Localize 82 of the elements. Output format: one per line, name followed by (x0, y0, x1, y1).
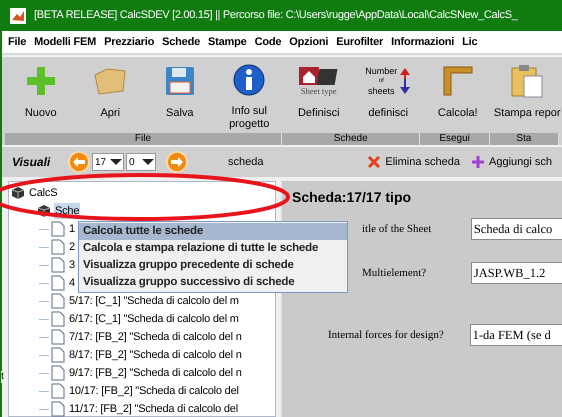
cube-icon (11, 186, 25, 200)
toolbar-button[interactable]: Apri (76, 57, 145, 131)
group-label: Schede (282, 133, 420, 145)
group-label: File (5, 133, 282, 145)
tree-item[interactable]: 2 (68, 238, 76, 256)
tree-item[interactable]: 8/17: [FB_2] "Scheda di calcolo del n (68, 346, 243, 364)
plus-icon (26, 66, 56, 96)
field-label: itle of the Sheet (361, 222, 432, 237)
toolbar-button[interactable]: Nuovo (6, 57, 76, 131)
left-arrow-icon (73, 157, 85, 167)
toolbar-button[interactable]: Sheet type Definisci (284, 57, 354, 131)
menu-item[interactable]: File (8, 34, 26, 50)
icon-caption: sheets (368, 86, 394, 96)
spinner-field[interactable]: 17 (92, 153, 124, 171)
dropdown-caret-icon (109, 158, 123, 166)
window-title: [BETA RELEASE] CalcSDEV [2.00.15] || Percorso file: C:\Users\rugge\AppData\Local\CalcSNew_CalcS_ (34, 8, 518, 24)
spinner-field[interactable]: 0 (126, 153, 156, 171)
menu-item[interactable]: Eurofilter (336, 34, 384, 50)
menu-item[interactable]: Code (254, 34, 282, 50)
tree-item[interactable]: 7/17: [FB_2] "Scheda di calcolo del n (68, 328, 243, 346)
cube-icon (37, 204, 51, 218)
tree-item[interactable]: 6/17: [C_1] "Scheda di calcolo del m (68, 310, 240, 328)
toolbar-action-button[interactable]: Elimina scheda (368, 154, 460, 170)
menu-item[interactable]: Modelli FEM (34, 34, 96, 50)
input-field[interactable]: Scheda di calco (470, 218, 562, 240)
tree-item[interactable]: CalcS (28, 184, 58, 202)
menu-item[interactable]: Visualizza gruppo successivo di schede (79, 274, 347, 291)
right-arrow-button[interactable] (166, 151, 188, 173)
field-label: Multielement? (361, 266, 428, 281)
left-arrow-button[interactable] (68, 151, 90, 173)
menu-item[interactable]: Calcola tutte le schede (79, 223, 347, 240)
menu-item[interactable]: Prezziario (104, 34, 154, 50)
menu-item[interactable]: Calcola e stampa relazione di tutte le schede (79, 240, 347, 257)
page-icon (51, 311, 65, 327)
menu-item[interactable]: Visualizza gruppo precedente di schede (79, 257, 347, 274)
page-icon (51, 239, 65, 255)
info-icon (233, 64, 266, 96)
toolbar-action-button[interactable]: Aggiungi sch (472, 154, 552, 170)
group-label: Sta (490, 133, 559, 145)
input-field[interactable]: 1-da FEM (se d (470, 324, 562, 346)
toolbar-button[interactable]: Stampa repor (492, 57, 562, 131)
toolbar-button[interactable]: Salva (145, 57, 214, 131)
folder-icon (93, 67, 128, 95)
tree-item[interactable]: 3 (68, 256, 76, 274)
icon-caption: Number (365, 66, 398, 76)
clipboard-icon (511, 64, 544, 98)
close-icon (368, 156, 380, 168)
up-down-arrows-icon (399, 68, 412, 94)
page-icon (51, 293, 65, 309)
menu-item[interactable]: Stampe (208, 34, 247, 50)
menu-item[interactable]: Opzioni (289, 34, 328, 50)
house-and-sheet-icon (298, 66, 340, 86)
icon-caption: Sheet type (300, 86, 337, 96)
tree-item[interactable]: 5/17: [C_1] "Scheda di calcolo del m (68, 292, 240, 310)
menu-item[interactable]: Schede (162, 34, 200, 50)
page-icon (51, 257, 65, 273)
tree-item[interactable]: 10/17: [FB_2] "Scheda di calcolo del (68, 382, 240, 400)
group-label: Esegui (420, 133, 490, 145)
input-field[interactable]: JASP.WB_1.2 (470, 262, 562, 284)
page-icon (51, 347, 65, 363)
plus-icon (472, 156, 484, 168)
toolbar-button[interactable]: Info sul progetto (214, 57, 284, 131)
sheet-heading: Scheda:17/17 tipo (292, 188, 412, 207)
sheet-caption: scheda (228, 154, 264, 170)
tree-item[interactable]: 4 (68, 274, 76, 292)
page-icon (51, 221, 65, 237)
page-icon (51, 383, 65, 399)
tree-item[interactable]: 9/17: [FB_2] "Scheda di calcolo del n (68, 364, 243, 382)
app-logo-icon (10, 8, 26, 24)
menu-item[interactable]: Lic (462, 34, 478, 50)
dropdown-caret-icon (141, 158, 155, 166)
view-label: Visuali (12, 154, 52, 171)
toolbar-button[interactable]: Calcola! (423, 57, 492, 131)
page-icon (51, 275, 65, 291)
menu-item[interactable]: Informazioni (391, 34, 454, 50)
tree-item[interactable]: 1 (68, 220, 76, 238)
edge-text: t (1, 371, 4, 383)
tree-item[interactable]: 11/17: [FB_2] "Scheda di calcolo del (68, 400, 239, 417)
right-arrow-icon (171, 157, 183, 167)
field-label: Internal forces for design? (327, 328, 445, 343)
page-icon (51, 365, 65, 381)
page-icon (51, 329, 65, 345)
